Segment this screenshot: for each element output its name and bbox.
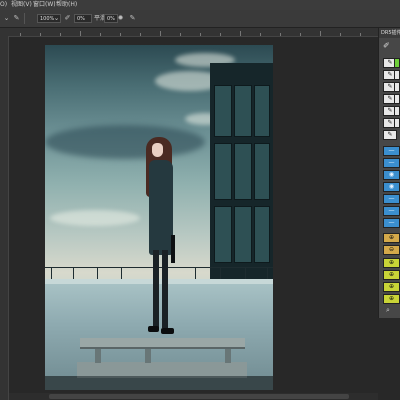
eye-icon[interactable]: ◉ [383,170,400,180]
option-toggle[interactable] [394,70,400,80]
options-bar: ⌄ ✎ 100% ⌄ ✐ 0% 平滑: 0% ✹ ✎ [0,10,400,28]
airbrush-icon[interactable]: ✐ [63,14,72,23]
web-icon[interactable]: ⊕ [383,270,400,280]
ground [45,376,273,390]
menu-item-window[interactable]: 窗口(W) [33,0,56,10]
gradient-icon[interactable]: ✎ [383,130,397,140]
bench-top [80,338,245,349]
railing [45,267,273,268]
blue-action-button[interactable]: — [383,206,400,216]
menu-item-partial[interactable]: O) [0,0,7,10]
web-icon[interactable]: ⊕ [383,282,400,292]
figure-coat [149,160,173,255]
blue-action-button[interactable]: — [383,194,400,204]
pressure-icon[interactable]: ⌄ [52,14,61,23]
menu-item-view[interactable]: 视图(V) [11,0,32,10]
web-icon[interactable]: ⊕ [383,258,400,268]
blue-action-button[interactable]: — [383,158,400,168]
bench-base [77,362,247,378]
option-toggle[interactable] [394,106,400,116]
blue-action-button[interactable]: — [383,218,400,228]
web-icon[interactable]: ⊕ [383,294,400,304]
status-indicator [394,58,400,68]
cloud [50,210,140,226]
symmetry-icon[interactable]: ✎ [128,14,137,23]
color-icon[interactable]: ⊖ [383,245,400,255]
top-ruler [0,28,378,37]
figure-shoe [148,326,159,332]
menu-bar: O) 视图(V) 窗口(W) 帮助(H) [0,0,400,10]
blue-action-button[interactable]: — [383,146,400,156]
menu-item-help[interactable]: 帮助(H) [56,0,77,10]
figure-shoe [161,328,174,334]
arrow-cursor-icon[interactable]: ✐ [383,41,390,50]
figure-prop [171,235,175,263]
scrollbar-thumb[interactable] [49,394,349,399]
eye-icon[interactable]: ◉ [383,182,400,192]
flow-field[interactable]: 0% [74,14,92,23]
dark-cloud [45,125,205,159]
document-photo[interactable] [45,45,273,390]
option-toggle[interactable] [394,82,400,92]
option-toggle[interactable] [394,94,400,104]
panel-title: DR5插件 [379,28,400,38]
brush-icon[interactable]: ✎ [12,14,21,23]
search-icon[interactable]: ⌕ [386,306,390,315]
option-toggle[interactable] [394,118,400,128]
horizontal-scrollbar[interactable] [9,393,378,400]
figure-leg [153,250,159,328]
left-ruler [0,36,9,400]
divider [24,13,25,24]
color-icon[interactable]: ⊕ [383,233,400,243]
figure-face [152,143,163,157]
dropdown-caret-icon[interactable]: ⌄ [2,14,11,23]
glass-tower [210,63,273,288]
gear-icon[interactable]: ✹ [116,14,125,23]
figure-leg [162,250,168,328]
wall-cap [45,279,273,284]
